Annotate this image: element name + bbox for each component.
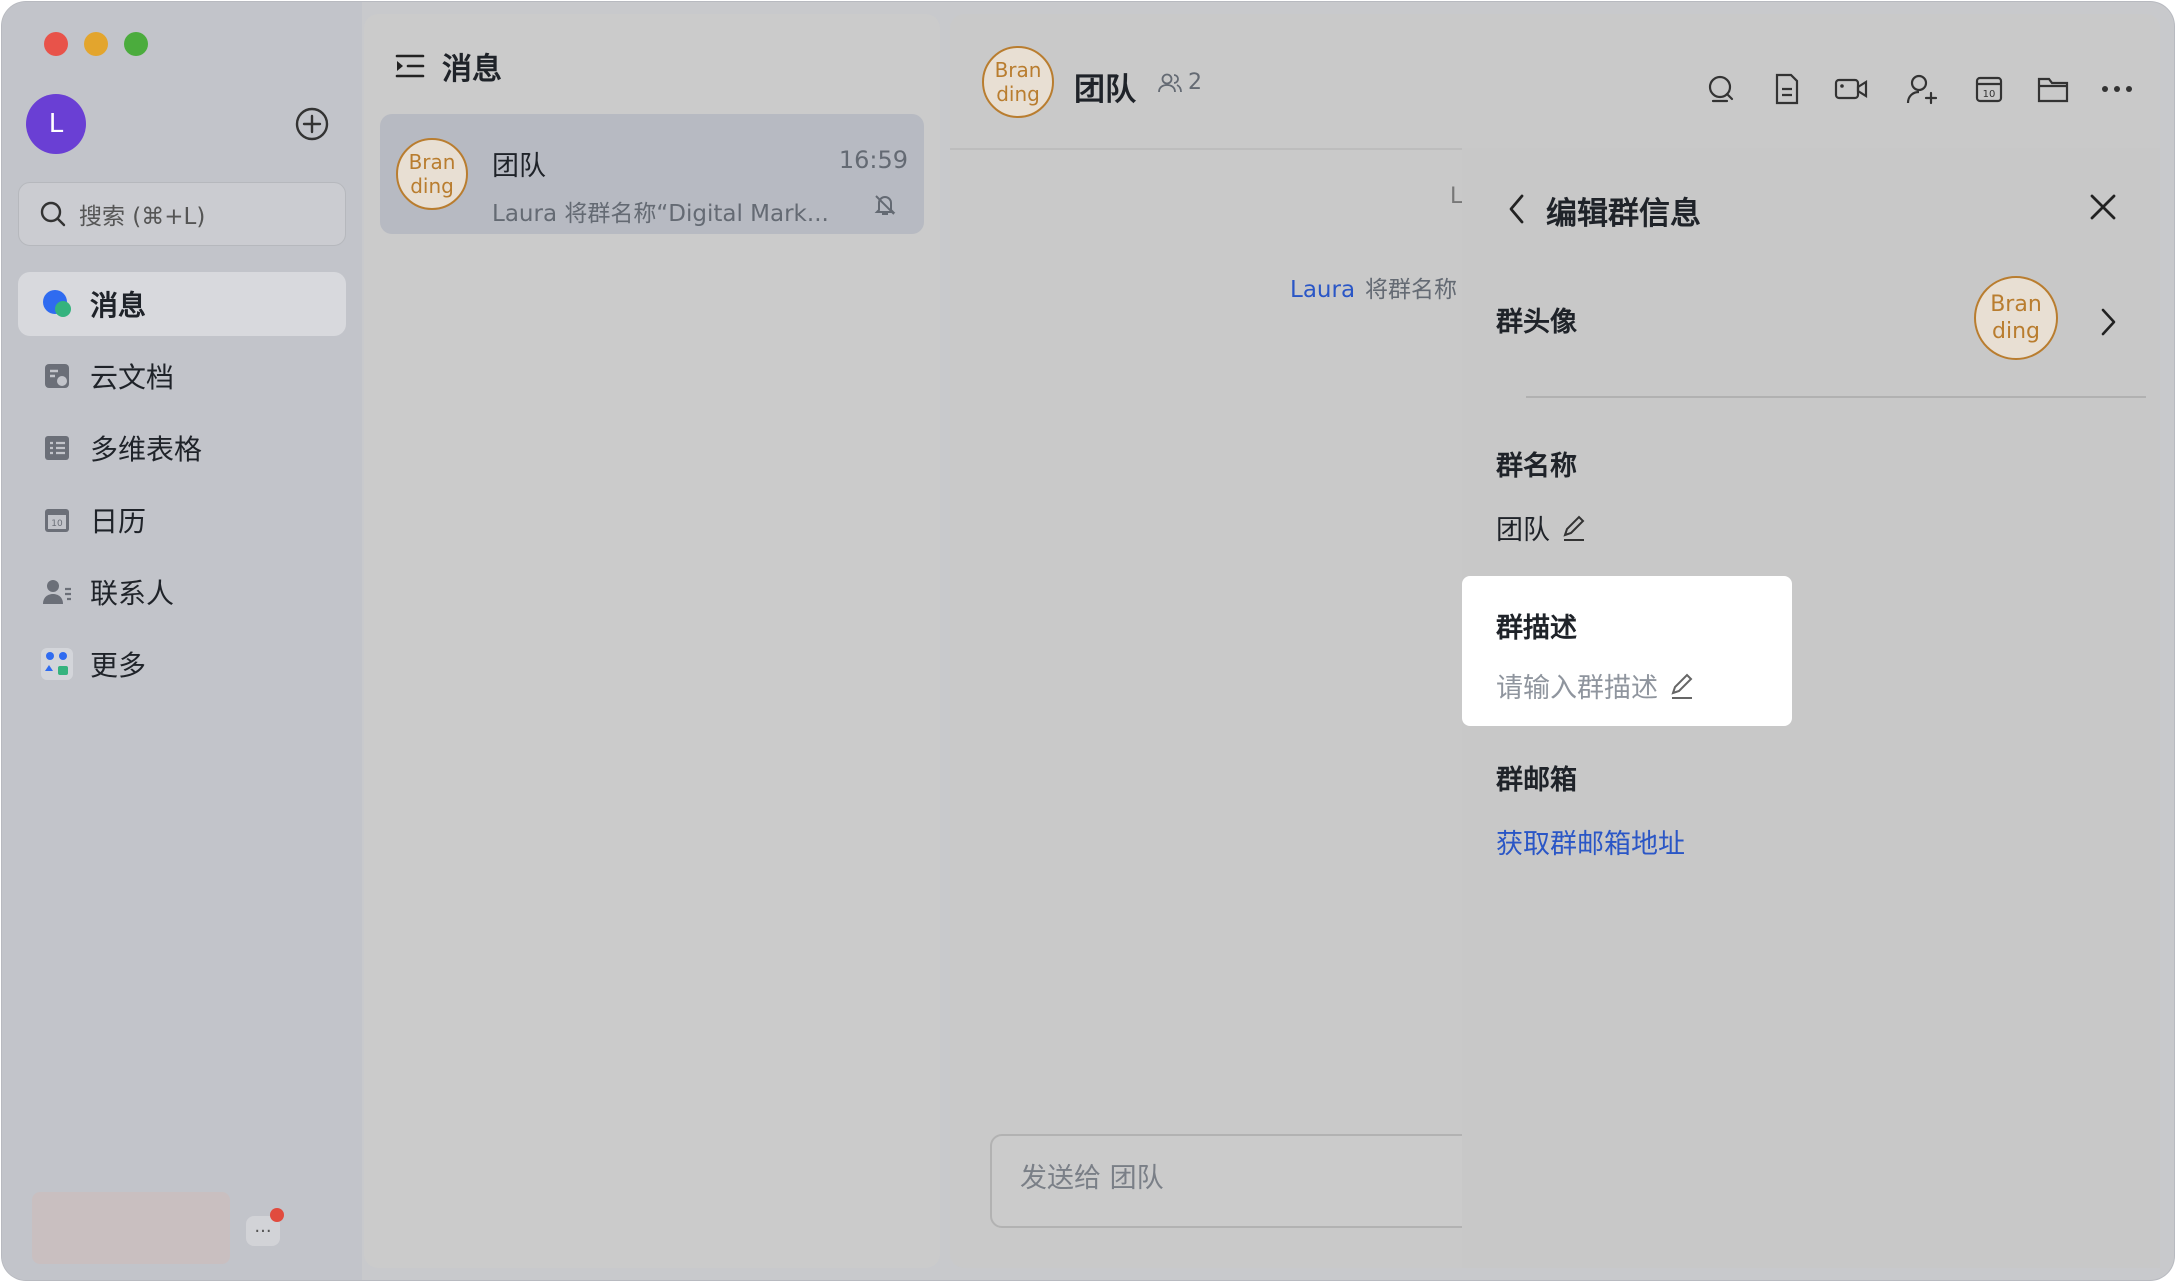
sidebar: L 搜索 (⌘+L) 消息 云文档 多维表格 10 日历 联系人 更多 ··· (2, 2, 362, 1280)
close-icon[interactable] (2088, 192, 2118, 226)
truncated-system-text: L (1450, 184, 1463, 209)
group-mail-label: 群邮箱 (1496, 765, 1577, 796)
search-icon (40, 201, 66, 227)
sidebar-item-label: 消息 (90, 289, 147, 322)
chat-title[interactable]: 团队 (1074, 64, 1136, 109)
search-box[interactable]: 搜索 (⌘+L) (18, 182, 346, 246)
bitable-icon (40, 431, 74, 465)
cloud-doc-icon (40, 359, 74, 393)
svg-text:10: 10 (1983, 89, 1996, 100)
sidebar-item-more[interactable]: 更多 (18, 632, 346, 696)
sidebar-item-bitable[interactable]: 多维表格 (18, 416, 346, 480)
sidebar-item-label: 云文档 (90, 361, 175, 394)
get-group-mail-link[interactable]: 获取群邮箱地址 (1496, 822, 1685, 861)
calendar-event-icon[interactable]: 10 (1972, 72, 2006, 106)
edit-pencil-icon[interactable] (1668, 672, 1696, 700)
chat-list-item[interactable]: Bran ding 团队 16:59 Laura 将群名称“Digital Ma… (380, 114, 924, 234)
message-composer[interactable] (990, 1134, 1490, 1228)
doc-icon[interactable] (1770, 72, 1804, 106)
chat-list-title: 消息 (442, 52, 502, 87)
more-apps-icon (40, 647, 74, 681)
sidebar-item-calendar[interactable]: 10 日历 (18, 488, 346, 552)
group-description-card[interactable]: 群描述 请输入群描述 (1462, 576, 1792, 726)
calendar-icon: 10 (40, 503, 74, 537)
blurred-profile-area[interactable] (32, 1192, 230, 1264)
chat-list-panel: 消息 Bran ding 团队 16:59 Laura 将群名称“Digital… (364, 14, 940, 1268)
system-message: Laura 将群名称 (1290, 270, 1457, 304)
panel-title: 编辑群信息 (1546, 196, 1701, 232)
mute-bell-icon (872, 192, 898, 222)
edit-pencil-icon[interactable] (1560, 514, 1588, 542)
member-count[interactable]: 2 (1158, 70, 1202, 95)
members-icon (1158, 73, 1182, 92)
divider (1526, 396, 2146, 398)
zoom-window-button[interactable] (124, 32, 148, 56)
video-call-icon[interactable] (1834, 72, 1868, 106)
sidebar-item-cloud-docs[interactable]: 云文档 (18, 344, 346, 408)
more-icon[interactable] (2100, 72, 2134, 106)
message-input[interactable] (1018, 1162, 1462, 1195)
collapse-list-icon[interactable] (394, 52, 426, 80)
sidebar-item-label: 日历 (90, 505, 147, 538)
sidebar-item-contacts[interactable]: 联系人 (18, 560, 346, 624)
sidebar-item-messages[interactable]: 消息 (18, 272, 346, 336)
message-icon (40, 287, 74, 321)
member-count-value: 2 (1188, 70, 1202, 95)
minimize-window-button[interactable] (84, 32, 108, 56)
chat-header: Bran ding 团队 2 10 (950, 14, 2160, 150)
add-icon[interactable] (294, 106, 330, 142)
group-name-label: 群名称 (1496, 451, 1577, 482)
avatar-text-line2: ding (996, 82, 1040, 106)
contacts-icon (40, 575, 74, 609)
more-glyph: ··· (254, 1220, 272, 1242)
app-window: L 搜索 (⌘+L) 消息 云文档 多维表格 10 日历 联系人 更多 ··· … (2, 2, 2174, 1280)
user-avatar-letter: L (48, 109, 64, 139)
svg-text:10: 10 (51, 519, 63, 529)
group-avatar-label: 群头像 (1496, 307, 1577, 338)
sidebar-item-label: 联系人 (90, 577, 175, 610)
group-avatar-preview[interactable]: Bran ding (1974, 276, 2058, 360)
chat-header-avatar[interactable]: Bran ding (982, 46, 1054, 118)
chat-preview: Laura 将群名称“Digital Mark... (492, 201, 829, 227)
sidebar-item-label: 更多 (90, 649, 147, 682)
avatar-text-line2: ding (410, 174, 454, 198)
chat-name: 团队 (492, 151, 546, 182)
avatar-text-line1: Bran (408, 150, 456, 174)
search-chat-icon[interactable] (1704, 72, 1738, 106)
close-window-button[interactable] (44, 32, 68, 56)
user-avatar[interactable]: L (26, 94, 86, 154)
system-message-text: 将群名称 (1365, 277, 1458, 303)
avatar-text-line1: Bran (1990, 292, 2042, 317)
sidebar-item-label: 多维表格 (90, 433, 203, 466)
group-name-value[interactable]: 团队 (1496, 508, 1588, 547)
search-placeholder: 搜索 (⌘+L) (79, 204, 206, 230)
group-description-input[interactable]: 请输入群描述 (1496, 666, 1696, 705)
chat-list-header: 消息 (394, 44, 502, 88)
edit-group-panel: 编辑群信息 群头像 Bran ding 群名称 团队 群描述 请输入群描述 群邮… (1462, 148, 2160, 1268)
group-description-label: 群描述 (1496, 613, 1577, 644)
avatar-text-line2: ding (1992, 319, 2040, 344)
chevron-right-icon[interactable] (2098, 306, 2118, 342)
folder-icon[interactable] (2036, 72, 2070, 106)
group-description-placeholder: 请输入群描述 (1496, 673, 1658, 704)
chat-time: 16:59 (838, 146, 908, 174)
notification-dot (270, 1208, 284, 1222)
avatar-text-line1: Bran (994, 58, 1042, 82)
back-chevron-icon[interactable] (1506, 192, 1528, 230)
group-avatar: Bran ding (396, 138, 468, 210)
system-message-user[interactable]: Laura (1290, 277, 1355, 303)
group-name-text: 团队 (1496, 515, 1550, 546)
add-member-icon[interactable] (1906, 72, 1940, 106)
